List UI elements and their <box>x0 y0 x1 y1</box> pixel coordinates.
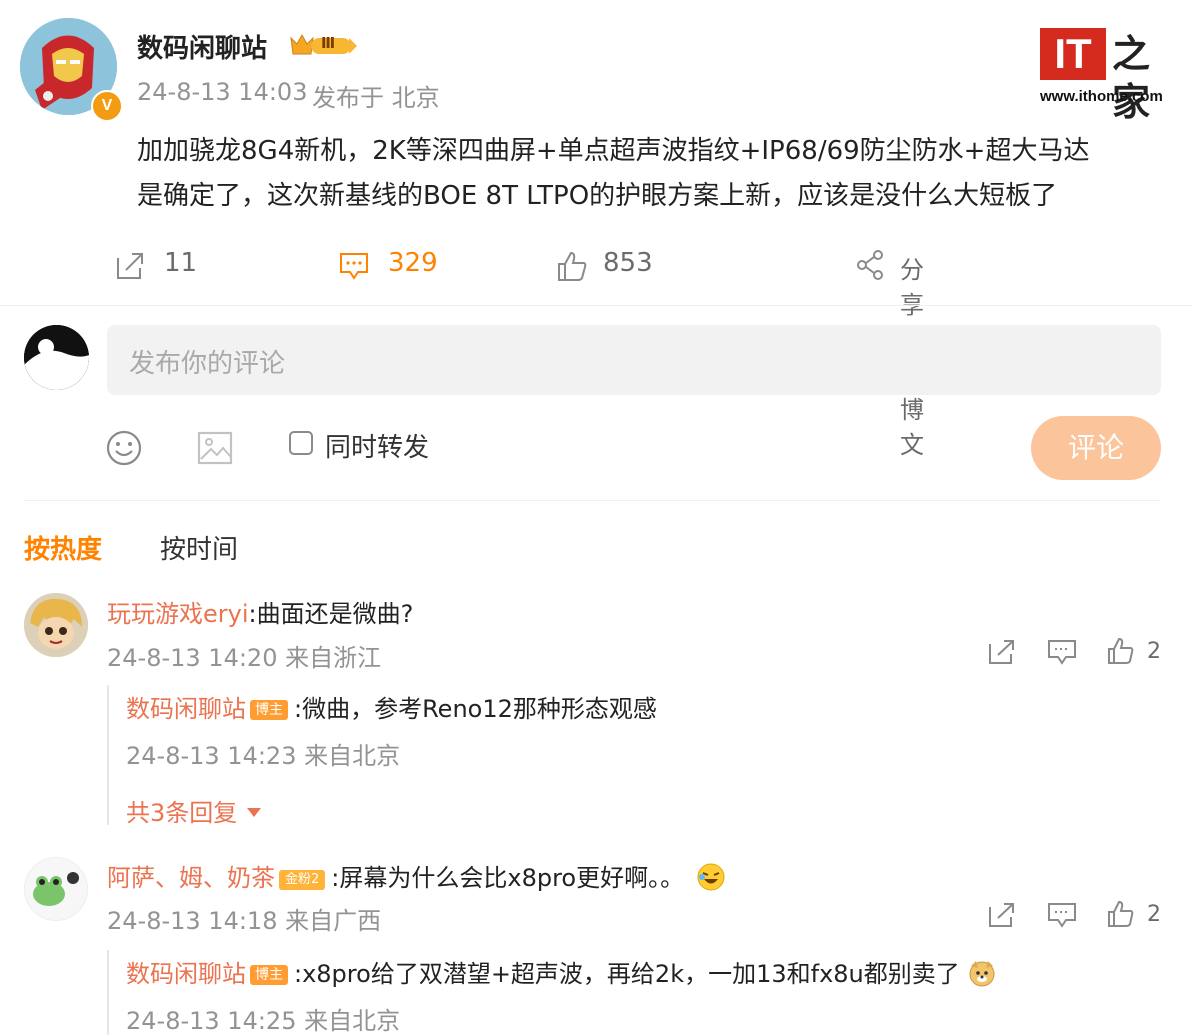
share-icon <box>856 250 886 280</box>
reply-content: 数码闲聊站 博主 :微曲，参考Reno12那种形态观感 <box>126 689 657 724</box>
reply-time: 24-8-13 14:23 来自北京 <box>126 742 401 770</box>
comment-user[interactable]: 玩玩游戏eryi <box>107 600 249 628</box>
repost-icon <box>114 250 146 282</box>
level-badge[interactable]: Ⅲ <box>287 32 359 58</box>
more-replies-label: 共3条回复 <box>126 799 238 827</box>
reply-content: 数码闲聊站 博主 :x8pro给了双潜望+超声波，再给2k，一加13和fx8u都别卖… <box>126 954 997 989</box>
comment-time: 24-8-13 14:18 来自广西 <box>107 907 382 935</box>
comment-time: 24-8-13 14:20 来自浙江 <box>107 644 382 672</box>
post-text-line1: 加加骁龙8G4新机，2K等深四曲屏+单点超声波指纹+IP68/69防尘防水+超大… <box>137 136 1090 166</box>
comment-count: 329 <box>388 248 438 278</box>
comment-content: 玩玩游戏eryi:曲面还是微曲? <box>107 594 413 629</box>
it-logo-box: IT <box>1040 28 1106 80</box>
author-badge: 博主 <box>250 700 288 720</box>
reply-user[interactable]: 数码闲聊站 <box>126 960 246 988</box>
comment-like-count: 2 <box>1147 902 1161 927</box>
comment-user[interactable]: 阿萨、姆、奶茶 <box>107 864 275 892</box>
repost-count: 11 <box>164 248 198 278</box>
tab-sort-time[interactable]: 按时间 <box>160 529 238 566</box>
reply-text: :微曲，参考Reno12那种形态观感 <box>294 695 657 723</box>
it-logo-cn: 之家 <box>1112 32 1151 124</box>
comment-content: 阿萨、姆、奶茶 金粉2:屏幕为什么会比x8pro更好啊。。 <box>107 858 726 893</box>
repost-checkbox-label[interactable]: 同时转发 <box>325 427 429 464</box>
like-count: 853 <box>603 248 653 278</box>
ithome-logo: IT 之家 <box>1040 28 1180 124</box>
comment-like-count: 2 <box>1147 639 1161 664</box>
image-icon[interactable] <box>197 431 233 465</box>
author-name[interactable]: 数码闲聊站 <box>137 28 267 65</box>
thumbs-up-icon <box>556 250 588 282</box>
comment-avatar[interactable] <box>24 593 88 657</box>
composer-divider <box>24 500 1161 501</box>
fan-badge: 金粉2 <box>279 870 326 890</box>
comment-input-placeholder: 发布你的评论 <box>129 349 286 379</box>
repost-checkbox[interactable] <box>289 431 313 455</box>
dog-emoji-icon <box>967 958 997 988</box>
comment-icon <box>338 250 370 282</box>
submit-comment-button[interactable]: 评论 <box>1031 416 1161 480</box>
caret-down-icon <box>246 808 261 817</box>
tab-sort-hot[interactable]: 按热度 <box>24 529 102 566</box>
post-location: 发布于 北京 <box>312 84 440 112</box>
level-text: Ⅲ <box>321 34 336 52</box>
comment-text: :曲面还是微曲? <box>248 600 414 628</box>
post-text-line2: 是确定了，这次新基线的BOE 8T LTPO的护眼方案上新，应该是没什么大短板了 <box>137 181 1058 211</box>
post-divider <box>0 305 1193 306</box>
post-time[interactable]: 24-8-13 14:03 <box>137 78 307 106</box>
comment-input[interactable]: 发布你的评论 <box>107 325 1161 395</box>
comment-repost-icon[interactable] <box>987 638 1017 666</box>
verified-badge: V <box>91 90 123 122</box>
comment-repost-icon[interactable] <box>987 901 1017 929</box>
comment-avatar[interactable] <box>24 857 88 921</box>
reply-thread: 数码闲聊站 博主 :x8pro给了双潜望+超声波，再给2k，一加13和fx8u都别卖… <box>107 950 997 1035</box>
reply-thread: 数码闲聊站 博主 :微曲，参考Reno12那种形态观感 24-8-13 14:23 … <box>107 685 657 828</box>
comment-like-icon[interactable] <box>1107 900 1135 928</box>
reply-time: 24-8-13 14:25 来自北京 <box>126 1007 401 1035</box>
emoji-icon[interactable] <box>106 430 142 466</box>
author-badge: 博主 <box>250 965 288 985</box>
reply-text: :x8pro给了双潜望+超声波，再给2k，一加13和fx8u都别卖了 <box>294 960 960 988</box>
comment-reply-icon[interactable] <box>1047 638 1077 666</box>
reply-user[interactable]: 数码闲聊站 <box>126 695 246 723</box>
more-replies-link[interactable]: 共3条回复 <box>126 793 657 828</box>
laughing-emoji-icon <box>696 862 726 892</box>
comment-text: :屏幕为什么会比x8pro更好啊。。 <box>331 864 685 892</box>
comment-reply-icon[interactable] <box>1047 901 1077 929</box>
my-avatar[interactable] <box>24 325 89 390</box>
ithome-url: www.ithome.com <box>1040 88 1163 105</box>
comment-like-icon[interactable] <box>1107 637 1135 665</box>
